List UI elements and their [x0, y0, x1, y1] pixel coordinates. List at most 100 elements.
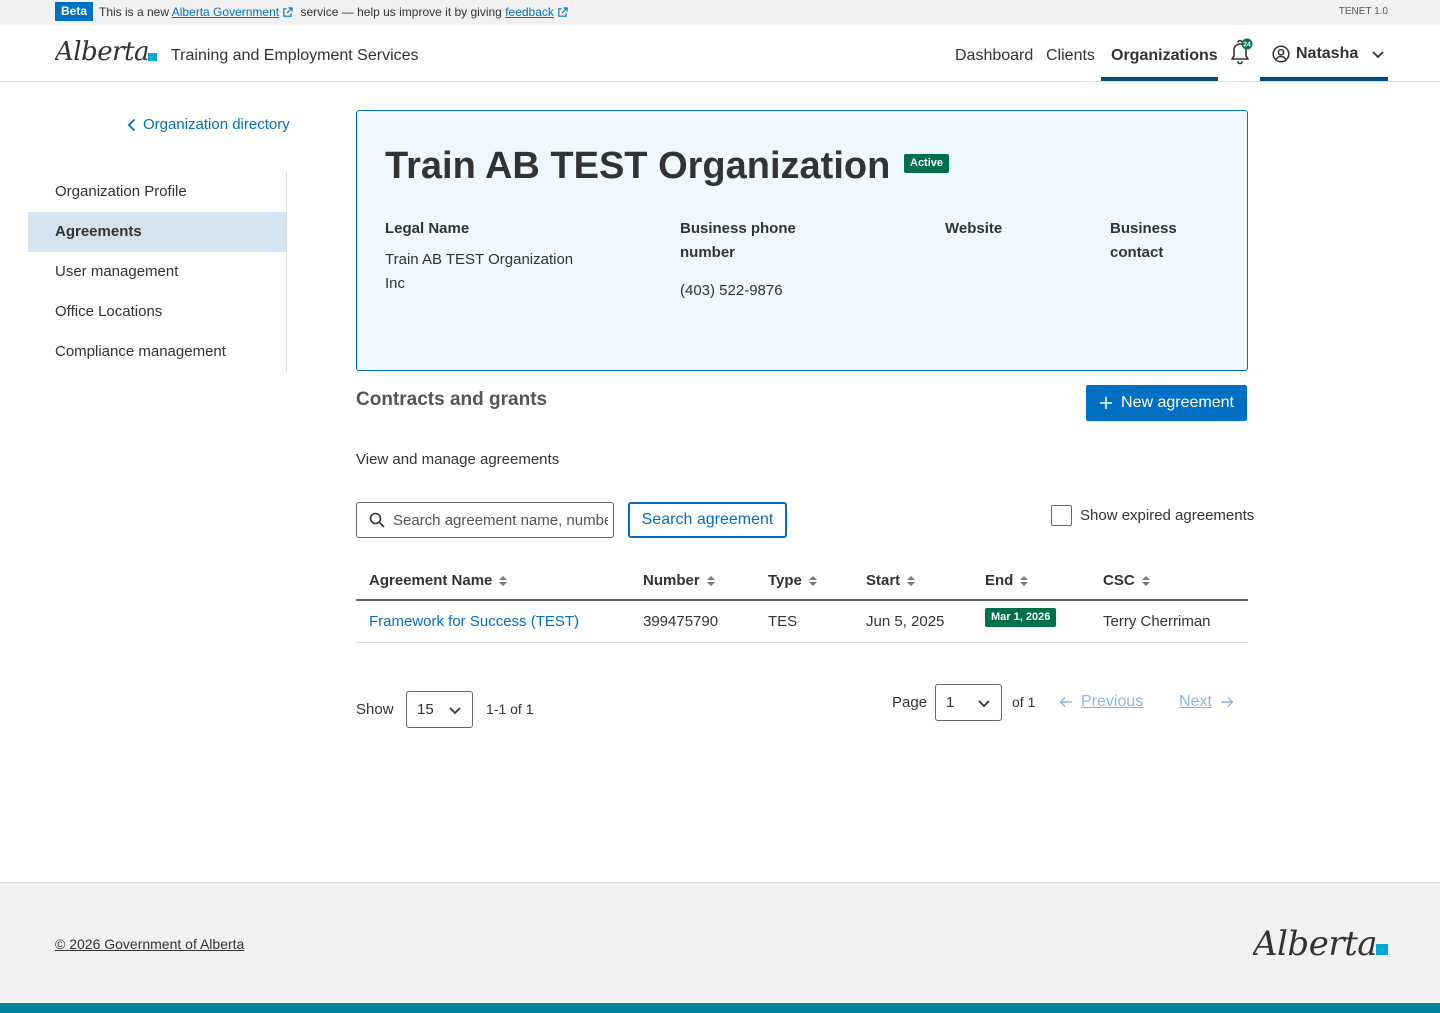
contact-label-line2: contact: [1110, 244, 1164, 261]
agreement-start: Jun 5, 2025: [866, 613, 945, 630]
section-title: Contracts and grants: [356, 389, 548, 410]
sidebar-item-compliance-management[interactable]: Compliance management: [28, 332, 286, 372]
show-expired-label: Show expired agreements: [1080, 507, 1255, 524]
svg-text:Alberta: Alberta: [55, 37, 149, 67]
page-select[interactable]: 1: [935, 684, 1002, 721]
column-header-number[interactable]: Number: [643, 572, 716, 589]
chevron-down-icon: [978, 699, 990, 707]
beta-text-before: This is a new: [99, 5, 170, 19]
sort-icon: [1141, 575, 1150, 586]
notifications-bell-icon[interactable]: 24: [1226, 38, 1256, 68]
agreement-end-badge: Mar 1, 2026: [985, 608, 1057, 627]
column-header-start[interactable]: Start: [866, 572, 916, 589]
search-field[interactable]: [356, 502, 614, 538]
agreement-number: 399475790: [643, 613, 719, 630]
nav-organizations[interactable]: Organizations: [1111, 47, 1218, 65]
sidebar-item-office-locations[interactable]: Office Locations: [28, 292, 286, 332]
page-label: Page: [892, 694, 928, 711]
svg-text:24: 24: [1243, 42, 1251, 49]
new-agreement-label: New agreement: [1121, 394, 1234, 411]
alberta-logo[interactable]: Alberta: [1253, 923, 1389, 965]
section-description: View and manage agreements: [356, 451, 560, 468]
sort-icon: [808, 575, 817, 586]
site-footer: © 2026 Government of Alberta Alberta: [0, 882, 1440, 1003]
side-navigation: Organization Profile Agreements User man…: [28, 172, 287, 372]
chevron-left-icon: [127, 118, 136, 131]
website-label: Website: [945, 220, 1003, 237]
agreements-table: Agreement Name Number Type Start End CSC…: [356, 562, 1248, 643]
phone-label-line2: number: [680, 244, 736, 261]
business-phone-value: (403) 522-9876: [680, 282, 783, 299]
chevron-down-icon: [449, 706, 461, 714]
beta-badge: Beta: [55, 2, 94, 21]
show-expired-checkbox[interactable]: [1051, 505, 1072, 526]
nav-clients[interactable]: Clients: [1046, 47, 1095, 65]
next-label: Next: [1179, 693, 1212, 710]
agreement-name-link[interactable]: Framework for Success (TEST): [369, 613, 579, 630]
organization-directory-link[interactable]: Organization directory: [127, 116, 290, 133]
user-menu-indicator: [1260, 77, 1388, 81]
feedback-link[interactable]: feedback: [505, 5, 554, 19]
sort-icon: [706, 575, 715, 586]
arrow-right-icon: [1220, 696, 1234, 708]
phone-label-line1: Business phone: [680, 220, 796, 237]
app-version: TENET 1.0: [1338, 6, 1388, 17]
arrow-left-icon: [1059, 696, 1072, 708]
chevron-down-icon: [1372, 51, 1384, 59]
beta-message: This is a new Alberta Government service…: [99, 4, 572, 20]
back-link-label: Organization directory: [143, 116, 290, 133]
per-page-value: 15: [417, 701, 434, 718]
service-name: Training and Employment Services: [171, 47, 419, 64]
legal-name-line2: Inc: [385, 275, 406, 292]
user-menu[interactable]: Natasha: [1272, 45, 1386, 63]
table-header: Agreement Name Number Type Start End CSC: [356, 562, 1248, 601]
table-row: Framework for Success (TEST) 399475790 T…: [356, 601, 1248, 643]
user-name: Natasha: [1296, 45, 1359, 62]
previous-label: Previous: [1081, 693, 1144, 710]
column-header-csc[interactable]: CSC: [1103, 572, 1151, 589]
alberta-government-link[interactable]: Alberta Government: [172, 5, 279, 19]
page-value: 1: [946, 694, 955, 711]
results-count: 1-1 of 1: [486, 701, 534, 717]
new-agreement-button[interactable]: New agreement: [1086, 385, 1247, 421]
beta-text-middle: service — help us improve it by giving: [300, 5, 502, 19]
svg-text:Alberta: Alberta: [1253, 924, 1377, 964]
copyright-link[interactable]: © 2026 Government of Alberta: [55, 936, 244, 952]
search-agreement-button[interactable]: Search agreement: [628, 502, 787, 538]
sort-icon: [1020, 575, 1029, 586]
legal-name-label: Legal Name: [385, 220, 470, 237]
sort-icon: [499, 575, 508, 586]
sidebar-item-user-management[interactable]: User management: [28, 252, 286, 292]
nav-dashboard[interactable]: Dashboard: [955, 47, 1033, 65]
show-expired-toggle[interactable]: Show expired agreements: [1051, 505, 1254, 526]
search-input[interactable]: [393, 511, 608, 529]
organization-summary-card: Train AB TEST Organization Active Legal …: [356, 110, 1248, 371]
agreement-csc: Terry Cherriman: [1103, 613, 1211, 630]
agreement-type: TES: [768, 613, 798, 630]
footer-accent-bar: [0, 1003, 1440, 1013]
per-page-select[interactable]: 15: [406, 691, 473, 728]
previous-page-link[interactable]: Previous: [1059, 693, 1143, 711]
external-link-icon: [283, 7, 293, 17]
column-header-end[interactable]: End: [985, 572, 1029, 589]
plus-icon: [1100, 397, 1113, 409]
sidebar-item-agreements[interactable]: Agreements: [28, 212, 286, 252]
sort-icon: [907, 575, 916, 586]
column-header-type[interactable]: Type: [768, 572, 818, 589]
beta-banner: Beta This is a new Alberta Government se…: [0, 0, 1440, 25]
site-header: Alberta Training and Employment Services…: [0, 25, 1440, 82]
legal-name-line1: Train AB TEST Organization: [385, 251, 574, 268]
user-account-icon: [1272, 45, 1290, 63]
nav-active-indicator: [1101, 77, 1218, 81]
page-of-label: of 1: [1012, 694, 1036, 710]
organization-title: Train AB TEST Organization: [385, 145, 891, 187]
column-header-agreement-name[interactable]: Agreement Name: [369, 572, 508, 589]
next-page-link[interactable]: Next: [1179, 693, 1234, 711]
search-icon: [369, 512, 385, 528]
sidebar-item-organization-profile[interactable]: Organization Profile: [28, 172, 286, 212]
contact-label-line1: Business: [1110, 220, 1177, 237]
alberta-logo[interactable]: Alberta: [55, 36, 159, 68]
external-link-icon: [558, 7, 568, 17]
status-badge: Active: [904, 154, 950, 173]
show-label: Show: [356, 701, 394, 718]
